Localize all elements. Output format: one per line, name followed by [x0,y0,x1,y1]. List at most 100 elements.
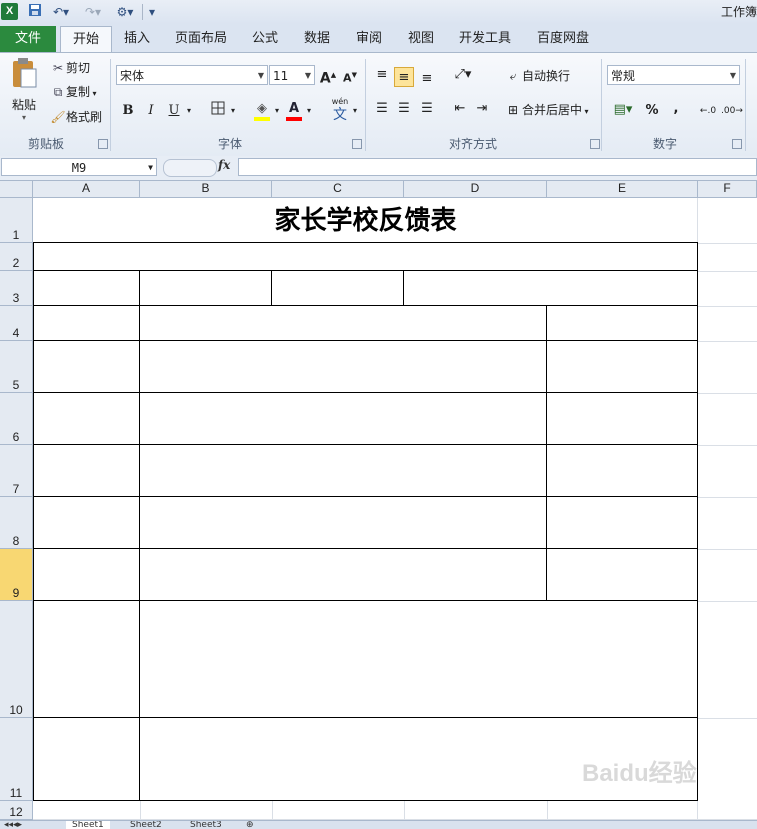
align-right-button[interactable]: ☰ [417,99,437,119]
accounting-format-button[interactable]: ▤▾ [609,100,637,120]
comma-style-button[interactable]: , [666,99,686,119]
italic-button[interactable]: I [141,101,161,121]
increase-decimal-button[interactable]: ←.0 [697,101,719,121]
column-header-d[interactable]: D [404,181,547,198]
row-header-3[interactable]: 3 [0,271,33,306]
borders-button[interactable] [208,101,228,121]
tab-home[interactable]: 开始 [60,26,112,52]
watermark-logo: Baidu经验 [582,760,697,787]
borders-icon [211,101,225,115]
row-header-11[interactable]: 11 [0,718,33,801]
select-all-corner[interactable] [0,181,33,198]
row-header-4[interactable]: 4 [0,306,33,341]
row-number: 2 [12,256,20,270]
align-center-button[interactable]: ☰ [394,99,414,119]
alignment-launcher-icon[interactable] [590,139,600,149]
sheet-title-cell[interactable]: 家长学校反馈表 [34,201,697,241]
phonetic-button[interactable]: wén 文 [328,97,352,123]
tab-formulas[interactable]: 公式 [244,26,286,52]
merge-center-label: 合并后居中 [522,103,583,117]
format-painter-button[interactable]: 🖌格式刷 [50,108,102,125]
chevron-down-icon: ▼ [729,71,736,80]
row-header-2[interactable]: 2 [0,243,33,271]
tab-baidu-netdisk[interactable]: 百度网盘 [530,26,596,52]
borders-dropdown-icon[interactable]: ▾ [228,101,238,121]
row-header-6[interactable]: 6 [0,393,33,445]
column-header-b[interactable]: B [140,181,272,198]
tab-data[interactable]: 数据 [296,26,338,52]
underline-button[interactable]: U [164,101,184,121]
undo-icon[interactable]: ↶▾ [48,3,74,21]
copy-button[interactable]: ⧉ 复制 ▾ [50,83,97,100]
font-size-select[interactable]: 11 ▼ [269,65,315,85]
font-name-select[interactable]: 宋体 ▼ [116,65,268,85]
align-bottom-button[interactable]: ≡ [417,69,437,89]
column-header-e[interactable]: E [547,181,698,198]
qat-more-icon[interactable]: ▾ [146,3,158,21]
tab-review[interactable]: 审阅 [348,26,390,52]
row-header-7[interactable]: 7 [0,445,33,497]
paste-dropdown-icon[interactable]: ▾ [8,113,40,122]
increase-indent-button[interactable]: ⇥ [472,99,492,119]
fill-color-button[interactable]: ◈ [252,99,272,121]
grow-font-button[interactable]: A▲ [318,65,338,87]
column-header-a[interactable]: A [33,181,140,198]
formula-splitter-handle[interactable] [163,159,217,177]
tab-developer[interactable]: 开发工具 [452,26,518,52]
table-border [33,242,34,801]
row-header-8[interactable]: 8 [0,497,33,549]
name-box[interactable]: M9 ▼ [1,158,157,176]
row-header-1[interactable]: 1 [0,198,33,243]
number-launcher-icon[interactable] [732,139,742,149]
gridline [272,801,273,820]
formula-input[interactable] [238,158,757,176]
clipboard-launcher-icon[interactable] [98,139,108,149]
phonetic-icon: 文 [333,107,347,123]
column-header-c[interactable]: C [272,181,404,198]
tab-view[interactable]: 视图 [400,26,442,52]
chevron-down-icon[interactable]: ▾ [582,107,589,116]
percent-style-button[interactable]: % [642,101,662,121]
row-header-12[interactable]: 12 [0,801,33,820]
tab-file[interactable]: 文件 [0,26,56,52]
align-top-button[interactable]: ≡ [372,65,392,85]
tab-insert[interactable]: 插入 [116,26,158,52]
column-header-f[interactable]: F [698,181,757,198]
insert-function-icon[interactable]: fx [218,158,230,172]
worksheet-grid[interactable]: A B C D E F 1 2 3 4 5 6 7 8 9 10 11 12 家… [0,181,757,820]
chevron-down-icon: ▼ [304,71,311,80]
tab-page-layout[interactable]: 页面布局 [170,26,232,52]
save-icon[interactable] [26,3,44,21]
gridline [547,801,548,820]
wrap-text-button[interactable]: ⤶ 自动换行 [504,67,570,84]
customize-icon[interactable]: ⚙▾ [112,3,138,21]
paste-button[interactable]: 粘贴 ▾ [8,57,40,127]
ribbon-tabs: 文件 开始 插入 页面布局 公式 数据 审阅 视图 开发工具 百度网盘 [0,24,757,52]
number-group-label: 数字 [652,137,677,151]
cut-button[interactable]: ✂ 剪切 [50,59,90,76]
bold-button[interactable]: B [118,101,138,121]
underline-dropdown-icon[interactable]: ▾ [184,101,194,121]
font-color-button[interactable]: A [284,99,304,121]
copy-label: 复制 [66,85,91,99]
shrink-font-button[interactable]: A▼ [340,65,360,85]
align-left-button[interactable]: ☰ [372,99,392,119]
decrease-decimal-button[interactable]: .00→ [721,101,743,121]
row-number: 4 [12,326,20,340]
redo-icon[interactable]: ↷▾ [80,3,106,21]
fill-color-dropdown-icon[interactable]: ▾ [272,101,282,121]
align-middle-button[interactable]: ≡ [394,67,414,87]
row-header-5[interactable]: 5 [0,341,33,393]
decrease-indent-button[interactable]: ⇤ [450,99,470,119]
copy-dropdown-icon[interactable]: ▾ [90,89,97,98]
number-format-select[interactable]: 常规 ▼ [607,65,740,85]
font-color-dropdown-icon[interactable]: ▾ [304,101,314,121]
merge-center-button[interactable]: ⊞ 合并后居中 ▾ [504,101,589,118]
phonetic-dropdown-icon[interactable]: ▾ [350,101,360,121]
orientation-button[interactable]: ⤢▾ [450,65,476,85]
row-header-9[interactable]: 9 [0,549,33,601]
group-separator [365,59,366,151]
font-launcher-icon[interactable] [352,139,362,149]
chevron-down-icon: ▼ [257,71,264,80]
row-header-10[interactable]: 10 [0,601,33,718]
